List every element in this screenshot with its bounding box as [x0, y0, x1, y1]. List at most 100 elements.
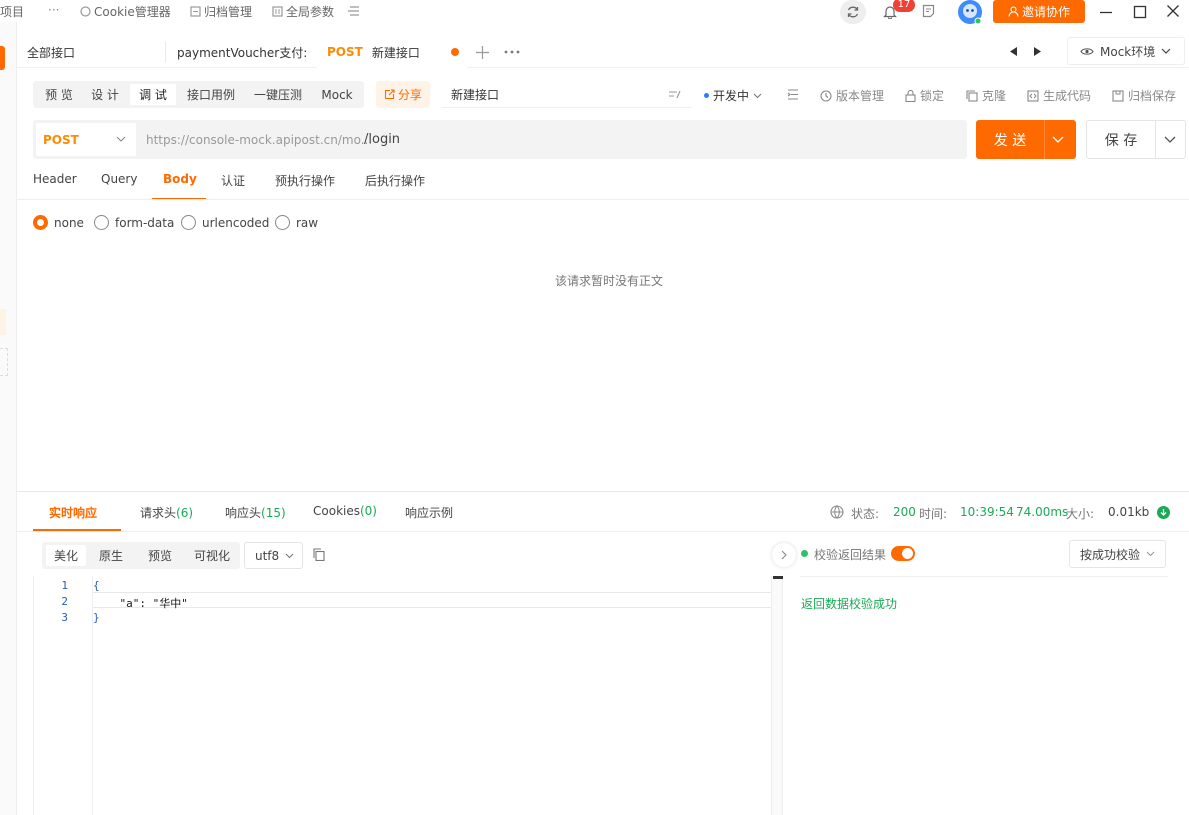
global-params-label: 全局参数 — [286, 5, 335, 19]
tab-response-headers[interactable]: 响应头(15) — [225, 504, 286, 521]
clock-icon — [820, 89, 832, 102]
copy-icon — [966, 89, 978, 102]
maximize-icon[interactable] — [1132, 4, 1148, 20]
sidebar-active-marker — [0, 46, 5, 70]
save-options-chevron-icon[interactable] — [1164, 136, 1176, 143]
unsaved-dot-icon[interactable] — [451, 48, 459, 56]
send-options-chevron-icon[interactable] — [1052, 136, 1064, 143]
invite-button[interactable]: 邀请协作 — [993, 0, 1085, 23]
archive-save-button[interactable]: 归档保存 — [1112, 87, 1176, 104]
archive-manager-label: 归档管理 — [204, 5, 253, 19]
avatar[interactable] — [956, 0, 984, 25]
tab-header[interactable]: Header — [33, 172, 77, 186]
version-button[interactable]: 版本管理 — [820, 87, 884, 104]
tab-active-new-api[interactable]: POST 新建接口 — [317, 36, 467, 68]
response-divider[interactable] — [17, 491, 1189, 492]
tab-title: 新建接口 — [371, 45, 420, 60]
save-button[interactable]: 保 存 — [1086, 120, 1186, 159]
cookies-count: (0) — [359, 504, 377, 518]
tab-scroll-right-icon[interactable] — [1031, 44, 1043, 58]
generate-code-button[interactable]: 生成代码 — [1027, 87, 1091, 104]
view-raw[interactable]: 原生 — [91, 545, 131, 566]
tab-post-script[interactable]: 后执行操作 — [365, 172, 425, 189]
editor-scrollbar[interactable] — [771, 576, 783, 815]
archive-manager-button[interactable]: 归档管理 — [190, 3, 252, 20]
body-type-form-data[interactable]: form-data — [94, 215, 174, 230]
mode-test-case[interactable]: 接口用例 — [179, 84, 243, 105]
copy-icon[interactable] — [313, 548, 325, 561]
mode-debug[interactable]: 调 试 — [130, 84, 176, 105]
body-type-none[interactable]: none — [33, 215, 84, 230]
view-beautify[interactable]: 美化 — [46, 545, 86, 566]
chevron-down-icon — [1161, 48, 1171, 54]
sync-icon[interactable] — [840, 0, 866, 24]
tab-cookies[interactable]: Cookies(0) — [313, 504, 377, 518]
api-name-input[interactable]: 新建接口 — [442, 81, 692, 108]
size-label: 大小: — [1066, 507, 1095, 521]
outline-icon[interactable] — [787, 89, 799, 100]
time-value: 10:39:54 — [960, 505, 1014, 519]
mode-mock[interactable]: Mock — [314, 84, 360, 105]
view-preview[interactable]: 预览 — [140, 545, 180, 566]
base-url[interactable]: https://console-mock.apipost.cn/mo... — [146, 133, 372, 147]
tab-scroll-left-icon[interactable] — [1007, 44, 1019, 58]
validate-label: 校验返回结果 — [814, 548, 887, 562]
body-type-urlencoded-label: urlencoded — [202, 215, 270, 230]
sidebar-drop-zone[interactable] — [0, 348, 8, 376]
send-label: 发 送 — [993, 132, 1027, 149]
environment-select[interactable]: Mock环境 — [1067, 37, 1185, 65]
tab-query[interactable]: Query — [101, 172, 137, 186]
method-select[interactable]: POST — [36, 123, 136, 156]
edit-icon[interactable] — [668, 89, 682, 99]
mode-stress-test[interactable]: 一键压测 — [246, 84, 310, 105]
minimize-icon[interactable] — [1098, 4, 1114, 20]
mode-design[interactable]: 设 计 — [83, 84, 127, 105]
body-type-urlencoded[interactable]: urlencoded — [181, 215, 269, 230]
tab-pre-script[interactable]: 预执行操作 — [275, 172, 335, 189]
toggle-knob — [902, 548, 913, 559]
tab-request-headers[interactable]: 请求头(6) — [140, 504, 193, 521]
validate-mode-select[interactable]: 按成功校验 — [1069, 540, 1166, 568]
code-icon — [1027, 89, 1039, 102]
scrollbar-thumb[interactable] — [773, 576, 783, 579]
add-tab-icon[interactable] — [474, 44, 490, 60]
tab-body[interactable]: Body — [163, 172, 197, 186]
download-icon[interactable] — [1157, 506, 1170, 519]
close-icon[interactable] — [1165, 3, 1181, 19]
tab-all-apis[interactable]: 全部接口 — [27, 36, 75, 68]
tab-payment-voucher[interactable]: paymentVoucher支付: — [177, 36, 307, 68]
more-menu[interactable]: ··· — [48, 3, 59, 17]
chevron-down-icon — [116, 136, 126, 142]
validate-toggle[interactable] — [891, 546, 915, 561]
encoding-label: utf8 — [255, 548, 280, 563]
more-tabs-icon[interactable] — [503, 44, 521, 60]
body-type-raw[interactable]: raw — [275, 215, 318, 230]
status-select[interactable]: 开发中 — [704, 87, 762, 104]
send-button[interactable]: 发 送 — [976, 120, 1076, 159]
eye-icon — [1080, 47, 1094, 56]
url-path-input[interactable]: /login — [364, 132, 400, 147]
tab-method-badge: POST — [327, 45, 363, 59]
tab-response-example[interactable]: 响应示例 — [405, 504, 453, 521]
tab-auth[interactable]: 认证 — [221, 172, 245, 189]
note-icon[interactable] — [920, 3, 936, 19]
collapse-menu-icon[interactable] — [346, 4, 360, 18]
lock-button[interactable]: 锁定 — [905, 87, 944, 104]
mode-preview[interactable]: 预 览 — [37, 84, 81, 105]
validate-divider — [800, 576, 1168, 577]
encoding-select[interactable]: utf8 — [244, 542, 303, 569]
view-visualize[interactable]: 可视化 — [188, 545, 236, 566]
collapse-panel-button[interactable] — [772, 543, 796, 567]
chevron-down-icon — [1146, 551, 1155, 557]
duration-value: 74.00ms — [1016, 505, 1069, 519]
project-menu[interactable]: 项目 — [0, 3, 24, 20]
api-tabs-row: 全部接口 paymentVoucher支付: POST 新建接口 Mock环境 — [17, 36, 1189, 68]
clone-button[interactable]: 克隆 — [966, 87, 1006, 104]
share-icon — [384, 89, 395, 100]
archive-save-label: 归档保存 — [1128, 89, 1177, 103]
tab-realtime-response[interactable]: 实时响应 — [49, 504, 97, 521]
cookie-manager-button[interactable]: Cookie管理器 — [80, 3, 171, 20]
global-params-button[interactable]: 全局参数 — [272, 3, 334, 20]
share-button[interactable]: 分享 — [376, 81, 430, 108]
response-code-editor[interactable] — [33, 576, 771, 815]
